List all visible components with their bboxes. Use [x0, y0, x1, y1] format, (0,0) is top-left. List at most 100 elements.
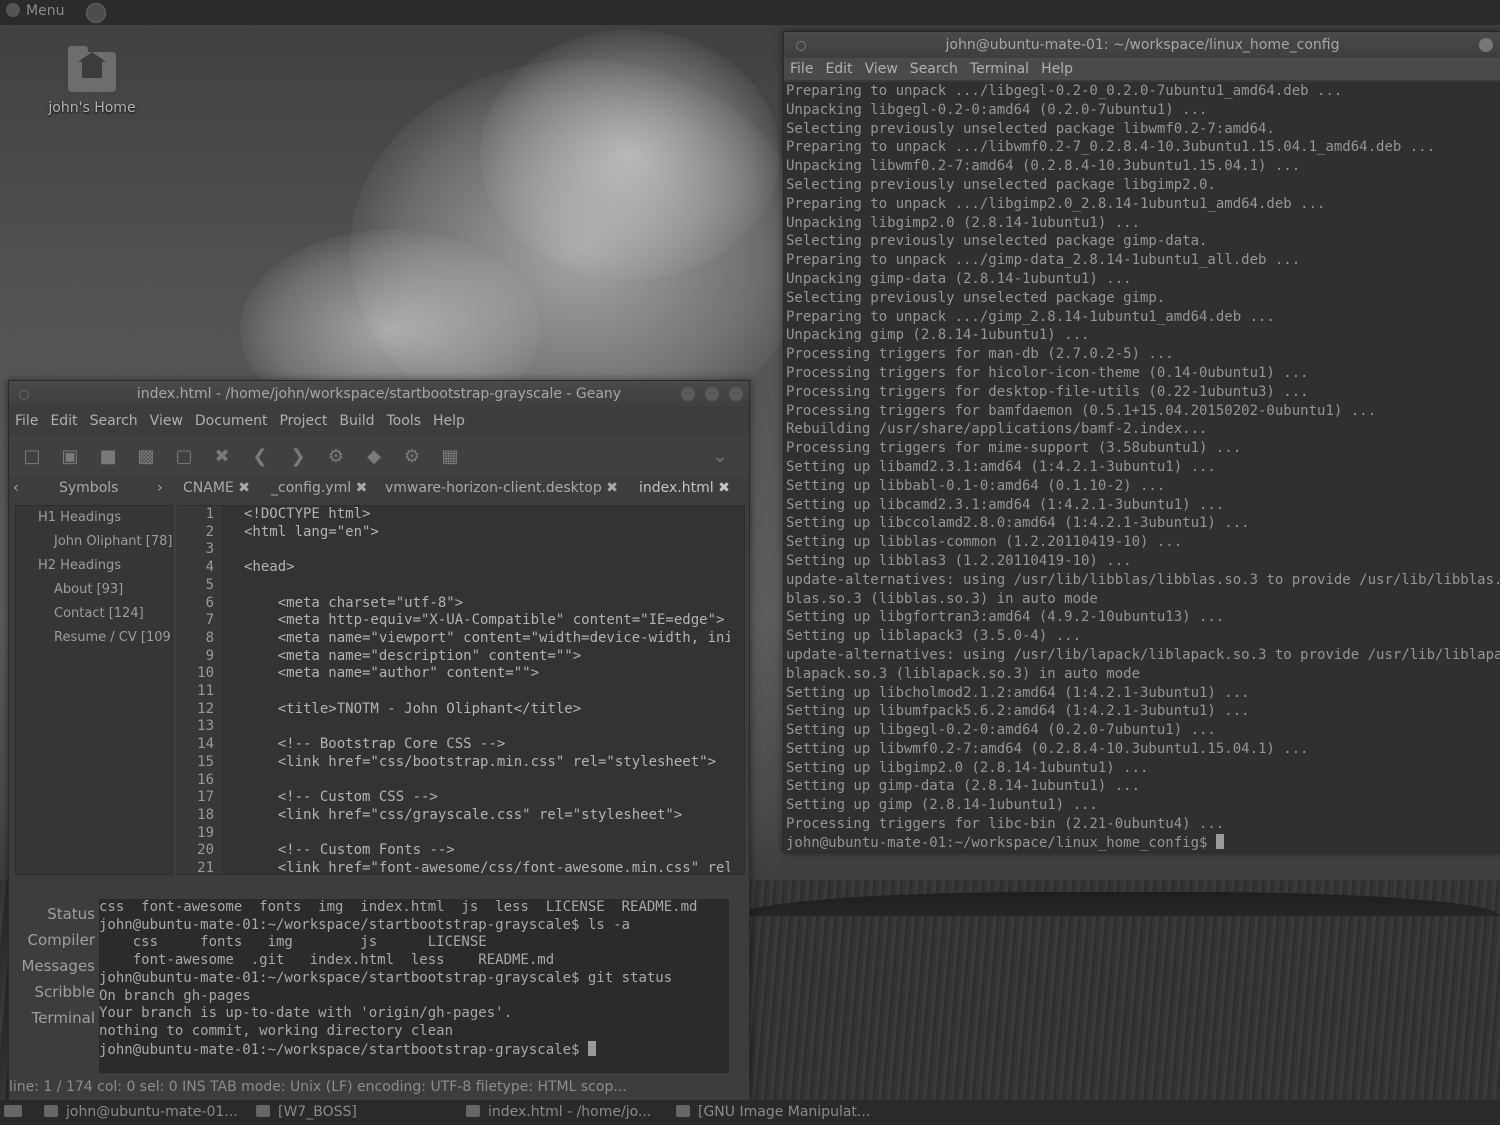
embedded-terminal[interactable]: css font-awesome fonts img index.html js…: [99, 899, 729, 1073]
open-file-icon[interactable]: ▣: [57, 444, 83, 468]
new-file-icon[interactable]: □: [19, 444, 45, 468]
task-terminal[interactable]: john@ubuntu-mate-01...: [44, 1102, 238, 1122]
code-line[interactable]: [244, 541, 730, 559]
tab-index-html[interactable]: index.html ✖: [639, 480, 730, 496]
tab-cname[interactable]: CNAME ✖: [183, 480, 250, 496]
code-line[interactable]: <!DOCTYPE html>: [244, 506, 730, 524]
menu-button[interactable]: Menu: [6, 3, 64, 19]
terminal-line: Preparing to unpack .../libgimp2.0_2.8.1…: [786, 195, 1326, 212]
tab-compiler[interactable]: Compiler: [15, 927, 95, 953]
code-line[interactable]: [244, 577, 730, 595]
terminal-prompt-line[interactable]: john@ubuntu-mate-01:~/workspace/linux_ho…: [784, 833, 1500, 852]
compile-icon[interactable]: ⚙: [323, 444, 349, 468]
window-menu-icon[interactable]: [796, 41, 806, 51]
close-button[interactable]: [729, 387, 743, 401]
tab-close-icon[interactable]: ✖: [718, 480, 730, 496]
code-line[interactable]: <meta http-equiv="X-UA-Compatible" conte…: [244, 612, 730, 630]
vte-cursor: [587, 1040, 596, 1056]
tab-status[interactable]: Status: [15, 901, 95, 927]
code-line[interactable]: [244, 772, 730, 790]
terminal-menu-search[interactable]: Search: [904, 58, 964, 80]
geany-menu-edit[interactable]: Edit: [44, 407, 83, 435]
geany-menu-tools[interactable]: Tools: [381, 407, 428, 435]
terminal-line: Selecting previously unselected package …: [786, 233, 1208, 250]
terminal-menu-help[interactable]: Help: [1035, 58, 1079, 80]
tab-symbols[interactable]: Symbols: [59, 480, 118, 496]
code-line[interactable]: [244, 683, 730, 701]
terminal-output[interactable]: Preparing to unpack .../libgegl-0.2-0_0.…: [784, 82, 1500, 852]
terminal-menu-edit[interactable]: Edit: [819, 58, 858, 80]
task-w7-boss[interactable]: [W7_BOSS]: [256, 1102, 357, 1122]
back-icon[interactable]: ❮: [247, 444, 273, 468]
geany-menu-view[interactable]: View: [144, 407, 189, 435]
tab-config-yml[interactable]: _config.yml ✖: [271, 480, 367, 496]
code-line[interactable]: <title>TNOTM - John Oliphant</title>: [244, 701, 730, 719]
terminal-menu-terminal[interactable]: Terminal: [964, 58, 1035, 80]
terminal-titlebar[interactable]: john@ubuntu-mate-01: ~/workspace/linux_h…: [784, 32, 1500, 58]
geany-menu-file[interactable]: File: [9, 407, 44, 435]
symbol-item[interactable]: About [93]: [16, 578, 172, 602]
execute-icon[interactable]: ⚙: [399, 444, 425, 468]
maximize-button[interactable]: [705, 387, 719, 401]
symbol-h2-group[interactable]: H2 Headings: [16, 554, 172, 578]
geany-window[interactable]: index.html - /home/john/workspace/startb…: [8, 380, 750, 1102]
tab-vmware-desktop[interactable]: vmware-horizon-client.desktop ✖: [385, 480, 618, 496]
symbol-h1-group[interactable]: H1 Headings: [16, 506, 172, 530]
line-number: 5: [205, 576, 214, 593]
sidebar-left-arrow-icon[interactable]: ‹: [13, 480, 19, 496]
terminal-line: blapack.so.3 (liblapack.so.3) in auto mo…: [786, 665, 1141, 682]
tab-terminal[interactable]: Terminal: [15, 1005, 95, 1031]
desktop-home-icon[interactable]: john's Home: [42, 46, 142, 116]
geany-menu-project[interactable]: Project: [273, 407, 333, 435]
code-line[interactable]: <html lang="en">: [244, 524, 730, 542]
terminal-line: Processing triggers for hicolor-icon-the…: [786, 364, 1309, 381]
code-text[interactable]: <!DOCTYPE html> <html lang="en"> <head> <…: [244, 506, 730, 874]
code-line[interactable]: [244, 718, 730, 736]
code-line[interactable]: <link href="css/bootstrap.min.css" rel="…: [244, 754, 730, 772]
window-menu-icon[interactable]: [19, 390, 29, 400]
show-desktop-icon[interactable]: [4, 1102, 30, 1122]
terminal-menubar: File Edit View Search Terminal Help: [784, 58, 1500, 80]
minimize-button[interactable]: [681, 387, 695, 401]
symbol-item[interactable]: Contact [124]: [16, 602, 172, 626]
tab-close-icon[interactable]: ✖: [606, 480, 618, 496]
forward-icon[interactable]: ❯: [285, 444, 311, 468]
code-line[interactable]: <!-- Custom CSS -->: [244, 789, 730, 807]
revert-icon[interactable]: ▢: [171, 444, 197, 468]
code-line[interactable]: <!-- Custom Fonts -->: [244, 842, 730, 860]
terminal-window[interactable]: john@ubuntu-mate-01: ~/workspace/linux_h…: [783, 31, 1500, 853]
code-line[interactable]: <meta charset="utf-8">: [244, 595, 730, 613]
terminal-menu-view[interactable]: View: [859, 58, 904, 80]
tab-messages[interactable]: Messages: [15, 953, 95, 979]
symbol-item[interactable]: John Oliphant [78]: [16, 530, 172, 554]
code-line[interactable]: <meta name="description" content="">: [244, 648, 730, 666]
tab-scribble[interactable]: Scribble: [15, 979, 95, 1005]
code-editor[interactable]: 1 2 3 4 5 6 7 8 9 10 11 12 13 14 15 16 17 18 19 20 21 <!DOCT…: [177, 505, 745, 875]
tab-close-icon[interactable]: ✖: [356, 480, 368, 496]
code-line[interactable]: <link href="css/grayscale.css" rel="styl…: [244, 807, 730, 825]
code-line[interactable]: <meta name="author" content="">: [244, 665, 730, 683]
browser-launcher-icon[interactable]: [86, 3, 106, 27]
code-line[interactable]: <!-- Bootstrap Core CSS -->: [244, 736, 730, 754]
geany-menu-build[interactable]: Build: [333, 407, 380, 435]
tab-close-icon[interactable]: ✖: [238, 480, 250, 496]
code-line[interactable]: <link href="font-awesome/css/font-awesom…: [244, 860, 730, 874]
terminal-menu-file[interactable]: File: [784, 58, 819, 80]
close-file-icon[interactable]: ✖: [209, 444, 235, 468]
color-chooser-icon[interactable]: ▦: [437, 444, 463, 468]
sidebar-right-arrow-icon[interactable]: ›: [157, 480, 163, 496]
geany-menu-search[interactable]: Search: [84, 407, 144, 435]
task-geany[interactable]: index.html - /home/jo...: [466, 1102, 651, 1122]
geany-menu-document[interactable]: Document: [189, 407, 274, 435]
symbol-item[interactable]: Resume / CV [109]: [16, 626, 172, 650]
code-line[interactable]: <head>: [244, 559, 730, 577]
code-line[interactable]: <meta name="viewport" content="width=dev…: [244, 630, 730, 648]
save-icon[interactable]: ■: [95, 444, 121, 468]
toolbar-overflow-icon[interactable]: ⌄: [707, 444, 733, 468]
build-icon[interactable]: ◆: [361, 444, 387, 468]
code-line[interactable]: [244, 825, 730, 843]
geany-menu-help[interactable]: Help: [427, 407, 471, 435]
task-gimp[interactable]: [GNU Image Manipulat...: [676, 1102, 870, 1122]
geany-titlebar[interactable]: index.html - /home/john/workspace/startb…: [9, 381, 749, 407]
save-all-icon[interactable]: ▩: [133, 444, 159, 468]
